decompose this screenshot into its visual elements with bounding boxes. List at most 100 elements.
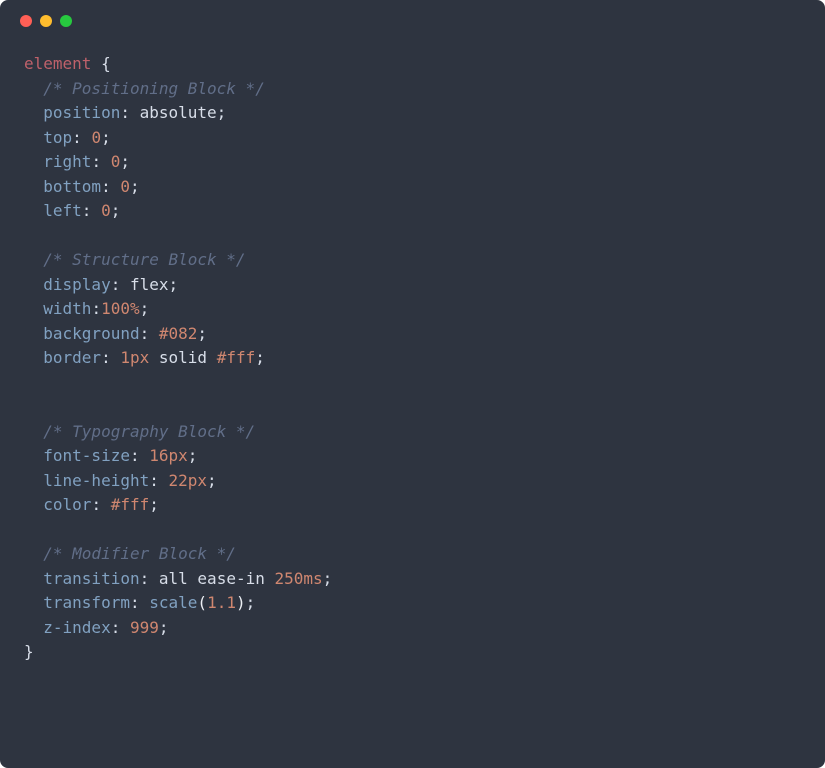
value: 22px [169,471,208,490]
semicolon: ; [149,495,159,514]
minimize-icon[interactable] [40,15,52,27]
line-transition: transition: all ease-in 250ms; [24,567,801,592]
colon: : [111,275,121,294]
line-line-height: line-height: 22px; [24,469,801,494]
maximize-icon[interactable] [60,15,72,27]
value: #082 [159,324,198,343]
property: z-index [43,618,110,637]
comment-text: /* Structure Block */ [43,250,245,269]
semicolon: ; [111,201,121,220]
semicolon: ; [207,471,217,490]
close-brace: } [24,642,34,661]
property: position [43,103,120,122]
comment-text: /* Typography Block */ [43,422,255,441]
property: color [43,495,91,514]
comment-text: /* Positioning Block */ [43,79,265,98]
line-font-size: font-size: 16px; [24,444,801,469]
code-area: element { /* Positioning Block */ position… [0,42,825,685]
colon: : [101,348,111,367]
blank-line [24,224,801,249]
value: 999 [130,618,159,637]
property: border [43,348,101,367]
line-right: right: 0; [24,150,801,175]
value: 0 [101,201,111,220]
semicolon: ; [323,569,333,588]
blank-line [24,518,801,543]
semicolon: ; [188,446,198,465]
line-top: top: 0; [24,126,801,151]
paren-close: ) [236,593,246,612]
semicolon: ; [159,618,169,637]
colon: : [91,495,101,514]
semicolon: ; [169,275,179,294]
value: 0 [111,152,121,171]
comment-typography: /* Typography Block */ [24,420,801,445]
colon: : [149,471,159,490]
code-window: element { /* Positioning Block */ position… [0,0,825,768]
blank-line [24,395,801,420]
titlebar [0,0,825,42]
property: display [43,275,110,294]
property: top [43,128,72,147]
line-position: position: absolute; [24,101,801,126]
value: absolute [140,103,217,122]
line-close-brace: } [24,640,801,665]
colon: : [140,324,150,343]
semicolon: ; [101,128,111,147]
value: 1.1 [207,593,236,612]
value: 100% [101,299,140,318]
comment-positioning: /* Positioning Block */ [24,77,801,102]
blank-line [24,371,801,396]
colon: : [91,299,101,318]
open-brace: { [101,54,111,73]
css-selector: element [24,54,91,73]
property: width [43,299,91,318]
colon: : [140,569,150,588]
semicolon: ; [120,152,130,171]
function-name: scale [149,593,197,612]
comment-structure: /* Structure Block */ [24,248,801,273]
property: font-size [43,446,130,465]
semicolon: ; [140,299,150,318]
semicolon: ; [197,324,207,343]
value: all [159,569,188,588]
property: bottom [43,177,101,196]
line-color: color: #fff; [24,493,801,518]
value: ease-in [197,569,264,588]
colon: : [130,593,140,612]
value: flex [130,275,169,294]
value: solid [159,348,207,367]
line-border: border: 1px solid #fff; [24,346,801,371]
property: background [43,324,139,343]
close-icon[interactable] [20,15,32,27]
property: transform [43,593,130,612]
paren-open: ( [197,593,207,612]
property: right [43,152,91,171]
colon: : [130,446,140,465]
colon: : [111,618,121,637]
line-bottom: bottom: 0; [24,175,801,200]
colon: : [120,103,130,122]
value: #fff [111,495,150,514]
line-display: display: flex; [24,273,801,298]
value: 0 [120,177,130,196]
line-width: width:100%; [24,297,801,322]
value: 250ms [275,569,323,588]
comment-modifier: /* Modifier Block */ [24,542,801,567]
value: #fff [217,348,256,367]
line-selector: element { [24,52,801,77]
property: transition [43,569,139,588]
line-background: background: #082; [24,322,801,347]
semicolon: ; [255,348,265,367]
semicolon: ; [130,177,140,196]
value: 16px [149,446,188,465]
value: 1px [120,348,149,367]
line-z-index: z-index: 999; [24,616,801,641]
property: line-height [43,471,149,490]
colon: : [91,152,101,171]
colon: : [72,128,82,147]
semicolon: ; [246,593,256,612]
property: left [43,201,82,220]
value: 0 [91,128,101,147]
colon: : [82,201,92,220]
